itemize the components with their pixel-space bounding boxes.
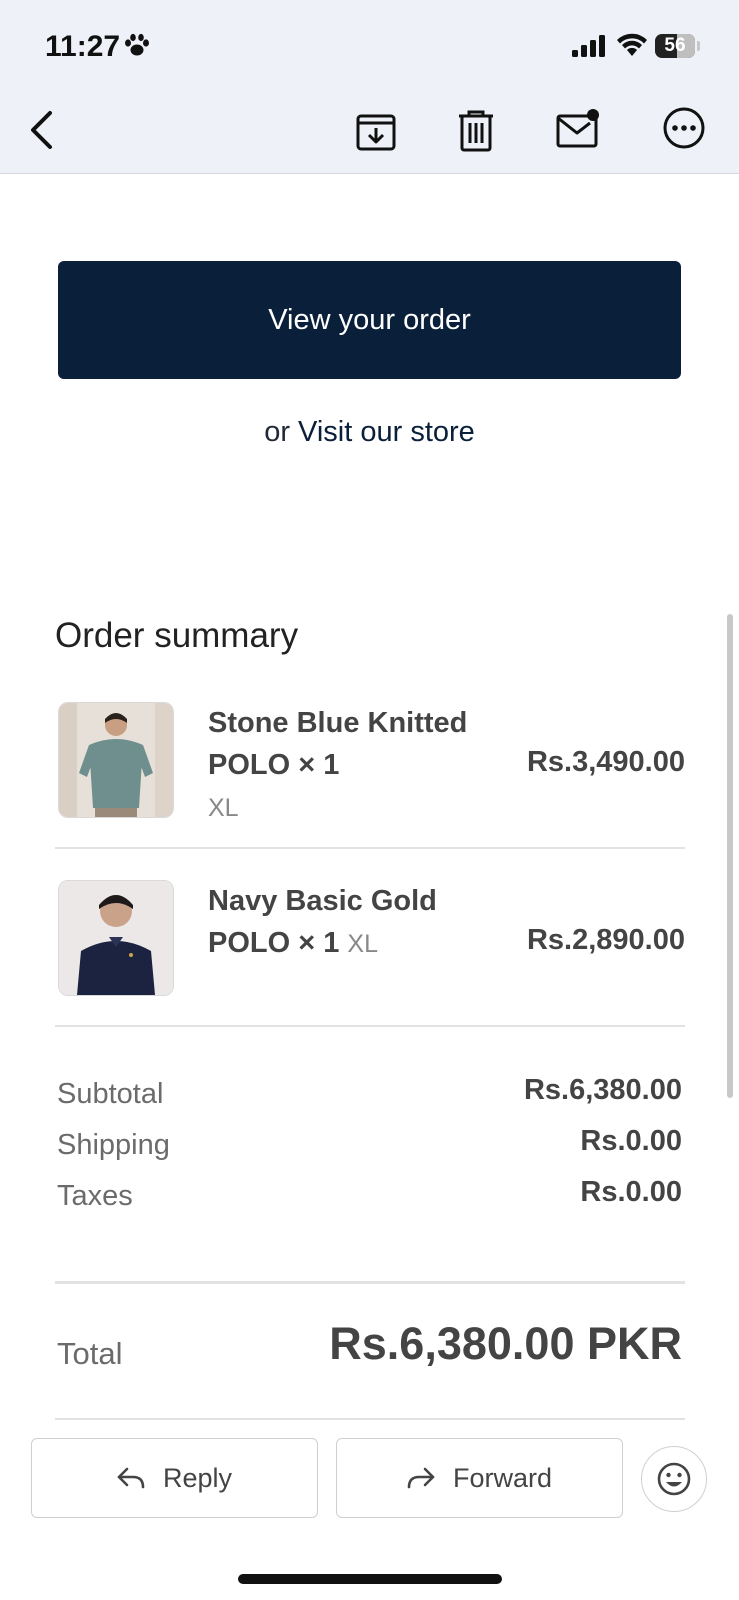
status-bar: 11:27 56 <box>0 0 739 90</box>
taxes-value: Rs.0.00 <box>580 1176 682 1208</box>
divider <box>55 1025 685 1027</box>
divider <box>55 847 685 849</box>
item-price: Rs.3,490.00 <box>526 746 685 778</box>
total-value: Rs.6,380.00 PKR <box>329 1318 682 1369</box>
battery-level: 56 <box>664 35 686 56</box>
unread-mail-icon[interactable] <box>556 108 602 155</box>
paw-icon <box>124 33 150 62</box>
product-image <box>58 702 174 818</box>
shipping-value: Rs.0.00 <box>580 1125 682 1157</box>
cellular-signal-icon <box>572 35 606 62</box>
item-price: Rs.2,890.00 <box>526 924 685 956</box>
divider <box>55 1281 685 1284</box>
forward-icon <box>407 1467 435 1489</box>
taxes-label: Taxes <box>57 1180 133 1212</box>
email-body: View your order or Visit our store Order… <box>0 174 739 1424</box>
order-summary-title: Order summary <box>55 616 299 655</box>
wifi-icon <box>616 33 648 62</box>
trash-icon[interactable] <box>457 110 495 157</box>
divider <box>55 1418 685 1420</box>
subtotal-value: Rs.6,380.00 <box>523 1074 682 1106</box>
battery-cap <box>697 41 700 51</box>
scrollbar-thumb[interactable] <box>727 614 733 1098</box>
view-order-button[interactable]: View your order <box>58 261 681 379</box>
emoji-button[interactable] <box>641 1446 707 1512</box>
store-prefix: or <box>264 416 290 448</box>
reply-icon <box>117 1467 145 1489</box>
order-item: Navy Basic Gold POLO × 1 XL Rs.2,890.00 <box>55 880 685 1000</box>
store-link-line: or Visit our store <box>0 416 739 449</box>
order-item: Stone Blue Knitted POLO × 1 XL Rs.3,490.… <box>55 702 685 822</box>
shipping-label: Shipping <box>57 1129 170 1161</box>
status-time: 11:27 <box>45 30 121 63</box>
emoji-icon <box>657 1462 691 1496</box>
item-title: Navy Basic Gold POLO × 1 <box>208 885 437 959</box>
item-variant: XL <box>208 794 239 822</box>
reply-label: Reply <box>162 1462 233 1493</box>
forward-button[interactable]: Forward <box>336 1438 623 1518</box>
reply-button[interactable]: Reply <box>31 1438 318 1518</box>
more-icon[interactable] <box>662 106 706 155</box>
home-indicator[interactable] <box>238 1574 502 1584</box>
item-name: Navy Basic Gold POLO × 1 XL <box>208 880 508 965</box>
item-name: Stone Blue Knitted POLO × 1 XL <box>208 702 508 829</box>
archive-icon[interactable] <box>355 110 397 157</box>
item-variant: XL <box>347 930 379 958</box>
product-image <box>58 880 174 996</box>
mail-toolbar <box>0 90 739 174</box>
visit-store-link[interactable]: Visit our store <box>298 416 475 448</box>
battery-icon: 56 <box>655 34 695 58</box>
back-icon[interactable] <box>26 110 56 155</box>
total-label: Total <box>57 1336 123 1371</box>
item-title: Stone Blue Knitted POLO × 1 <box>208 707 468 781</box>
subtotal-label: Subtotal <box>57 1078 164 1110</box>
forward-label: Forward <box>452 1462 553 1493</box>
